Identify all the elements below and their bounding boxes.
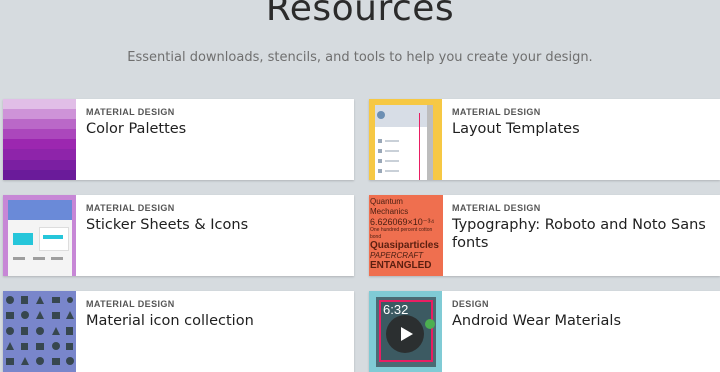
thumb-text: Quasiparticles bbox=[370, 240, 439, 251]
play-icon bbox=[401, 327, 413, 341]
color-palette-thumbnail bbox=[3, 99, 76, 180]
resource-card-typography[interactable]: Quantum Mechanics 6.626069×10⁻³⁴ One hun… bbox=[369, 195, 720, 276]
resource-card-material-icons[interactable]: MATERIAL DESIGN Material icon collection bbox=[3, 291, 354, 372]
card-title: Material icon collection bbox=[86, 313, 254, 329]
page-subtitle: Essential downloads, stencils, and tools… bbox=[127, 50, 593, 65]
thumb-text: 6.626069×10⁻³⁴ bbox=[370, 217, 435, 227]
thumb-text: One hundred percent cotton bond bbox=[370, 227, 433, 240]
layout-template-thumbnail bbox=[369, 99, 442, 180]
typography-thumbnail: Quantum Mechanics 6.626069×10⁻³⁴ One hun… bbox=[369, 195, 443, 276]
card-title: Android Wear Materials bbox=[452, 313, 621, 329]
card-title: Color Palettes bbox=[86, 121, 187, 137]
card-title: Typography: Roboto and Noto Sans fonts bbox=[452, 217, 706, 251]
card-category: MATERIAL DESIGN bbox=[452, 203, 541, 213]
resource-card-android-wear[interactable]: 6:32 DESIGN Android Wear Materials bbox=[369, 291, 720, 372]
card-title: Sticker Sheets & Icons bbox=[86, 217, 249, 233]
thumb-text: ENTANGLED bbox=[370, 260, 432, 271]
page-title: Resources bbox=[265, 0, 455, 29]
card-category: MATERIAL DESIGN bbox=[86, 107, 175, 117]
android-wear-thumbnail: 6:32 bbox=[369, 291, 442, 372]
sticker-sheet-thumbnail bbox=[3, 195, 76, 276]
card-category: MATERIAL DESIGN bbox=[86, 203, 175, 213]
card-title: Layout Templates bbox=[452, 121, 580, 137]
play-button[interactable] bbox=[386, 315, 424, 353]
resource-card-layout-templates[interactable]: MATERIAL DESIGN Layout Templates bbox=[369, 99, 720, 180]
resource-card-color-palettes[interactable]: MATERIAL DESIGN Color Palettes bbox=[3, 99, 354, 180]
thumb-text: Quantum Mechanics bbox=[370, 197, 409, 216]
card-category: MATERIAL DESIGN bbox=[86, 299, 175, 309]
card-category: MATERIAL DESIGN bbox=[452, 107, 541, 117]
card-category: DESIGN bbox=[452, 299, 489, 309]
icon-collection-thumbnail bbox=[3, 291, 76, 372]
resource-card-sticker-sheets[interactable]: MATERIAL DESIGN Sticker Sheets & Icons bbox=[3, 195, 354, 276]
icon-grid bbox=[6, 296, 74, 365]
